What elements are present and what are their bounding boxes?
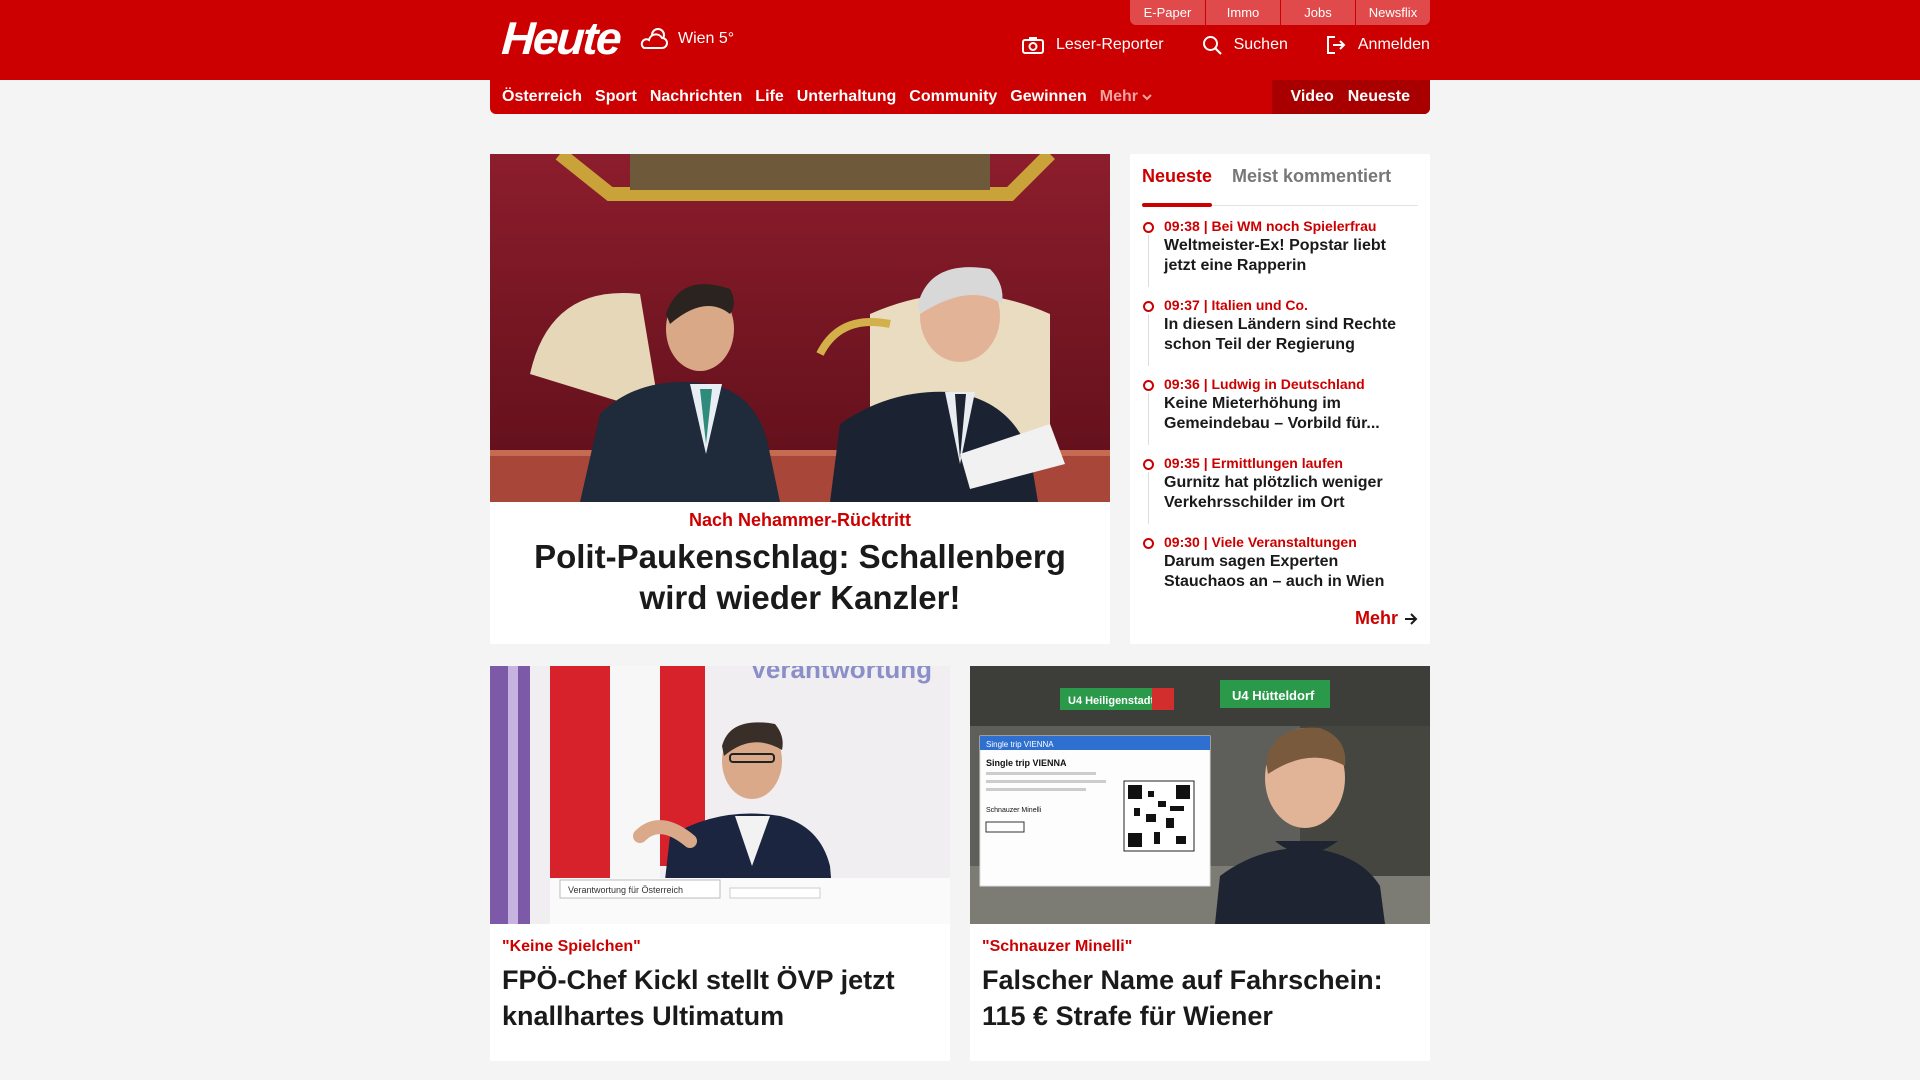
timeline-dot-icon: [1143, 222, 1154, 233]
ticker-item[interactable]: 09:35 | Ermittlungen laufen Gurnitz hat …: [1142, 453, 1418, 532]
timeline-dot-icon: [1143, 380, 1154, 391]
search-link[interactable]: Suchen: [1202, 35, 1288, 55]
cloud-icon: [640, 28, 668, 49]
nav-item-sport[interactable]: Sport: [595, 88, 637, 106]
ticker-list: 09:38 | Bei WM noch Spielerfrau Weltmeis…: [1142, 216, 1418, 611]
desk-sign-text: Verantwortung für Österreich: [568, 885, 683, 895]
ticker-meta: 09:30 | Viele Veranstaltungen: [1164, 534, 1357, 550]
service-tab-newsflix[interactable]: Newsflix: [1355, 0, 1430, 25]
timeline-dot-icon: [1143, 301, 1154, 312]
nav-item-unterhaltung[interactable]: Unterhaltung: [797, 88, 897, 106]
login-icon: [1326, 36, 1346, 54]
tab-meist-kommentiert[interactable]: Meist kommentiert: [1232, 162, 1391, 206]
nav-item-nachrichten[interactable]: Nachrichten: [650, 88, 742, 106]
sign-left-text: U4 Heiligenstadt: [1068, 695, 1155, 707]
ticket-header-text: Single trip VIENNA: [986, 740, 1054, 749]
article-image[interactable]: U4 Heiligenstadt U4 Hütteldorf Single tr…: [970, 666, 1430, 924]
article-image[interactable]: Verantwortung Verantwortung für Österrei…: [490, 666, 950, 924]
nav-more-dropdown[interactable]: Mehr: [1100, 88, 1152, 106]
nav-more-label: Mehr: [1099, 88, 1138, 105]
timeline-dot-icon: [1143, 459, 1154, 470]
login-label: Anmelden: [1357, 36, 1430, 53]
search-icon: [1202, 36, 1222, 55]
article-card[interactable]: Verantwortung Verantwortung für Österrei…: [490, 666, 950, 1061]
timeline-line: [1148, 235, 1149, 287]
weather-text: Wien 5°: [678, 30, 735, 47]
sidebar-tabs: Neueste Meist kommentiert: [1142, 162, 1418, 207]
search-label: Suchen: [1233, 36, 1288, 53]
backdrop-text: Verantwortung: [750, 666, 932, 684]
chevron-down-icon: [1142, 94, 1152, 101]
ticker-title[interactable]: Darum sagen Experten Stauchaos an – auch…: [1164, 552, 1418, 592]
nav-right-section: Video Neueste: [1272, 80, 1430, 114]
leser-reporter-label: Leser-Reporter: [1056, 36, 1164, 53]
article-kicker: "Schnauzer Minelli": [982, 938, 1133, 955]
ticker-title[interactable]: In diesen Ländern sind Rechte schon Teil…: [1164, 315, 1418, 355]
login-link[interactable]: Anmelden: [1326, 35, 1430, 55]
sign-right-text: U4 Hütteldorf: [1232, 688, 1315, 703]
tab-neueste[interactable]: Neueste: [1142, 162, 1213, 207]
article-title[interactable]: FPÖ-Chef Kickl stellt ÖVP jetzt knallhar…: [502, 962, 942, 1034]
hero-article[interactable]: Nach Nehammer-Rücktritt Polit-Paukenschl…: [490, 154, 1110, 644]
ticker-meta: 09:37 | Italien und Co.: [1164, 297, 1308, 313]
hero-kicker: Nach Nehammer-Rücktritt: [688, 510, 912, 530]
ticket-title-text: Single trip VIENNA: [986, 758, 1067, 768]
sidebar-more-link[interactable]: Mehr: [1355, 608, 1418, 629]
timeline-dot-icon: [1143, 538, 1154, 549]
nav-item-gewinnen[interactable]: Gewinnen: [1010, 88, 1086, 106]
utility-links: Leser-Reporter Suchen Anmelden: [1022, 35, 1430, 55]
weather-widget[interactable]: Wien 5°: [638, 26, 734, 52]
ticker-meta: 09:36 | Ludwig in Deutschland: [1164, 376, 1365, 392]
site-logo[interactable]: Heute: [500, 12, 621, 64]
nav-item-neueste[interactable]: Neueste: [1348, 88, 1410, 106]
news-ticker-sidebar: Neueste Meist kommentiert 09:38 | Bei WM…: [1130, 154, 1430, 644]
article-title[interactable]: Falscher Name auf Fahrschein: 115 € Stra…: [982, 962, 1422, 1034]
timeline-line: [1148, 314, 1149, 366]
top-header: Heute Wien 5° E-Paper Immo Jobs Newsflix…: [0, 0, 1920, 80]
camera-icon: [1022, 37, 1044, 54]
ticket-name-text: Schnauzer Minelli: [986, 807, 1042, 814]
nav-item-community[interactable]: Community: [909, 88, 997, 106]
article-kicker: "Keine Spielchen": [502, 938, 641, 955]
ticker-title[interactable]: Weltmeister-Ex! Popstar liebt jetzt eine…: [1164, 236, 1418, 276]
article-card[interactable]: U4 Heiligenstadt U4 Hütteldorf Single tr…: [970, 666, 1430, 1061]
service-tab-epaper[interactable]: E-Paper: [1130, 0, 1205, 25]
hero-image[interactable]: [490, 154, 1110, 502]
leser-reporter-link[interactable]: Leser-Reporter: [1022, 36, 1164, 54]
ticker-item[interactable]: 09:30 | Viele Veranstaltungen Darum sage…: [1142, 532, 1418, 611]
ticker-item[interactable]: 09:38 | Bei WM noch Spielerfrau Weltmeis…: [1142, 216, 1418, 295]
ticker-title[interactable]: Keine Mieterhöhung im Gemeindebau – Vorb…: [1164, 394, 1418, 434]
nav-item-video[interactable]: Video: [1290, 88, 1333, 106]
nav-items: Österreich Sport Nachrichten Life Unterh…: [502, 80, 1152, 114]
ticker-item[interactable]: 09:36 | Ludwig in Deutschland Keine Miet…: [1142, 374, 1418, 453]
ticker-meta: 09:35 | Ermittlungen laufen: [1164, 455, 1343, 471]
sidebar-more-label: Mehr: [1354, 608, 1398, 628]
arrow-right-icon: [1405, 612, 1418, 625]
ticker-meta: 09:38 | Bei WM noch Spielerfrau: [1164, 218, 1377, 234]
nav-item-oesterreich[interactable]: Österreich: [502, 88, 582, 106]
ticker-item[interactable]: 09:37 | Italien und Co. In diesen Länder…: [1142, 295, 1418, 374]
timeline-line: [1148, 472, 1149, 524]
hero-title[interactable]: Polit-Paukenschlag: Schallenberg wird wi…: [500, 536, 1100, 618]
nav-item-life[interactable]: Life: [755, 88, 783, 106]
timeline-line: [1148, 393, 1149, 445]
service-tab-jobs[interactable]: Jobs: [1280, 0, 1355, 25]
main-navigation: Österreich Sport Nachrichten Life Unterh…: [490, 80, 1430, 114]
ticker-title[interactable]: Gurnitz hat plötzlich weniger Verkehrssc…: [1164, 473, 1418, 513]
service-tab-immo[interactable]: Immo: [1205, 0, 1280, 25]
service-tabs: E-Paper Immo Jobs Newsflix: [1130, 0, 1430, 25]
